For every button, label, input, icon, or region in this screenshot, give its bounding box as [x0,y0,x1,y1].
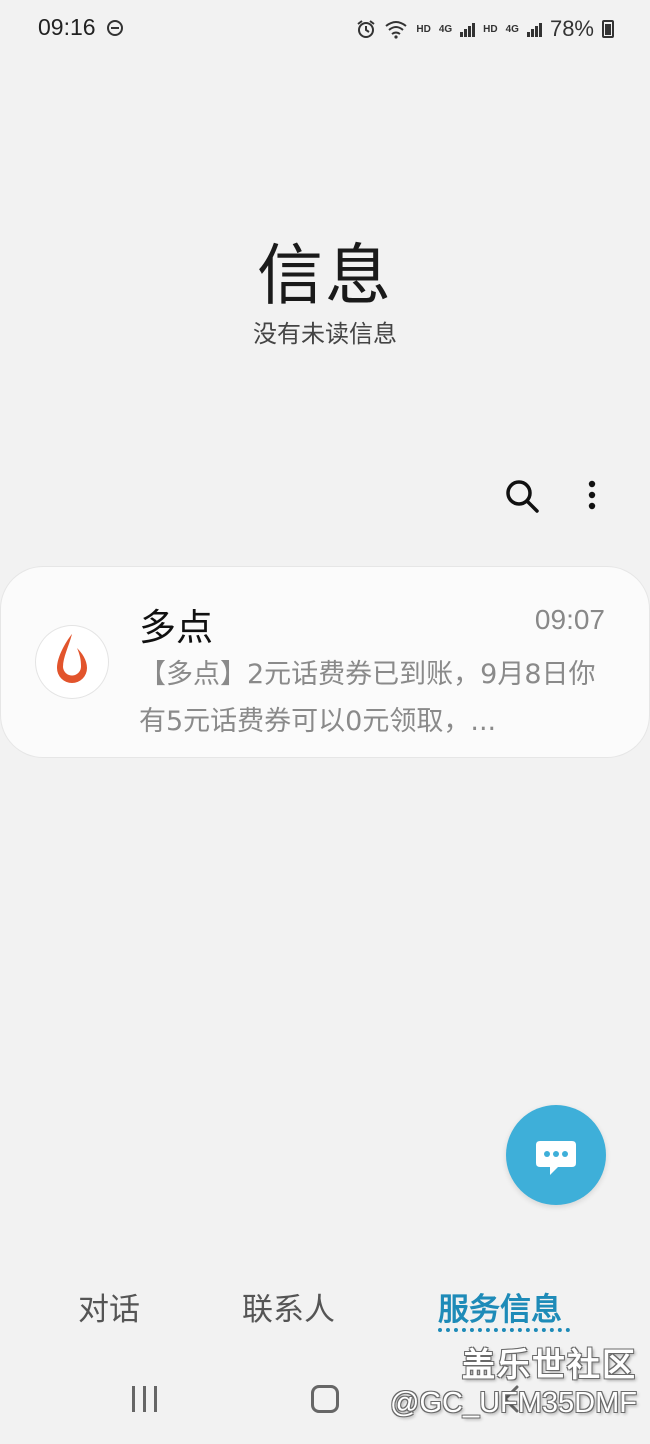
more-options-icon[interactable] [578,476,606,516]
home-icon[interactable] [311,1385,339,1413]
conversation-item[interactable]: 多点 09:07 【多点】2元话费券已到账，9月8日你有5元话费券可以0元领取，… [1,567,649,757]
tab-contacts[interactable]: 联系人 [242,1284,335,1329]
duodian-logo-icon [57,634,87,683]
recents-icon[interactable] [130,1386,160,1414]
conversation-preview: 【多点】2元话费券已到账，9月8日你有5元话费券可以0元领取，... [139,659,596,737]
conversation-name: 多点 [139,606,213,649]
watermark-handle: @GC_UFM35DMF [390,1387,637,1419]
watermark-title: 盖乐世社区 [462,1346,637,1383]
search-icon[interactable] [502,476,542,516]
active-tab-indicator [438,1328,570,1332]
tab-service-messages[interactable]: 服务信息 [438,1284,562,1329]
network-label: HD [416,23,431,35]
tab-conversations[interactable]: 对话 [78,1284,140,1329]
network-type-label: 4G [438,23,453,35]
network-type-label-2: 4G [505,23,519,35]
status-bar: 09:16 HD 4G HD 4G 78% [0,0,650,60]
signal-icon-2 [526,21,542,37]
network-label-2: HD [483,23,498,35]
signal-icon [460,21,476,37]
battery-percent: 78% [549,16,594,41]
status-icons: HD 4G HD 4G 78% [356,14,614,44]
alarm-icon [357,20,375,38]
do-not-disturb-icon [107,20,123,36]
avatar[interactable] [36,626,108,698]
status-time: 09:16 [38,14,96,40]
unread-status: 没有未读信息 [253,320,397,348]
compose-button[interactable] [506,1105,606,1205]
compose-message-icon [536,1141,576,1175]
page-title: 信息 [257,237,393,314]
wifi-icon [385,21,407,39]
conversation-time: 09:07 [534,604,605,635]
battery-icon [602,20,614,38]
